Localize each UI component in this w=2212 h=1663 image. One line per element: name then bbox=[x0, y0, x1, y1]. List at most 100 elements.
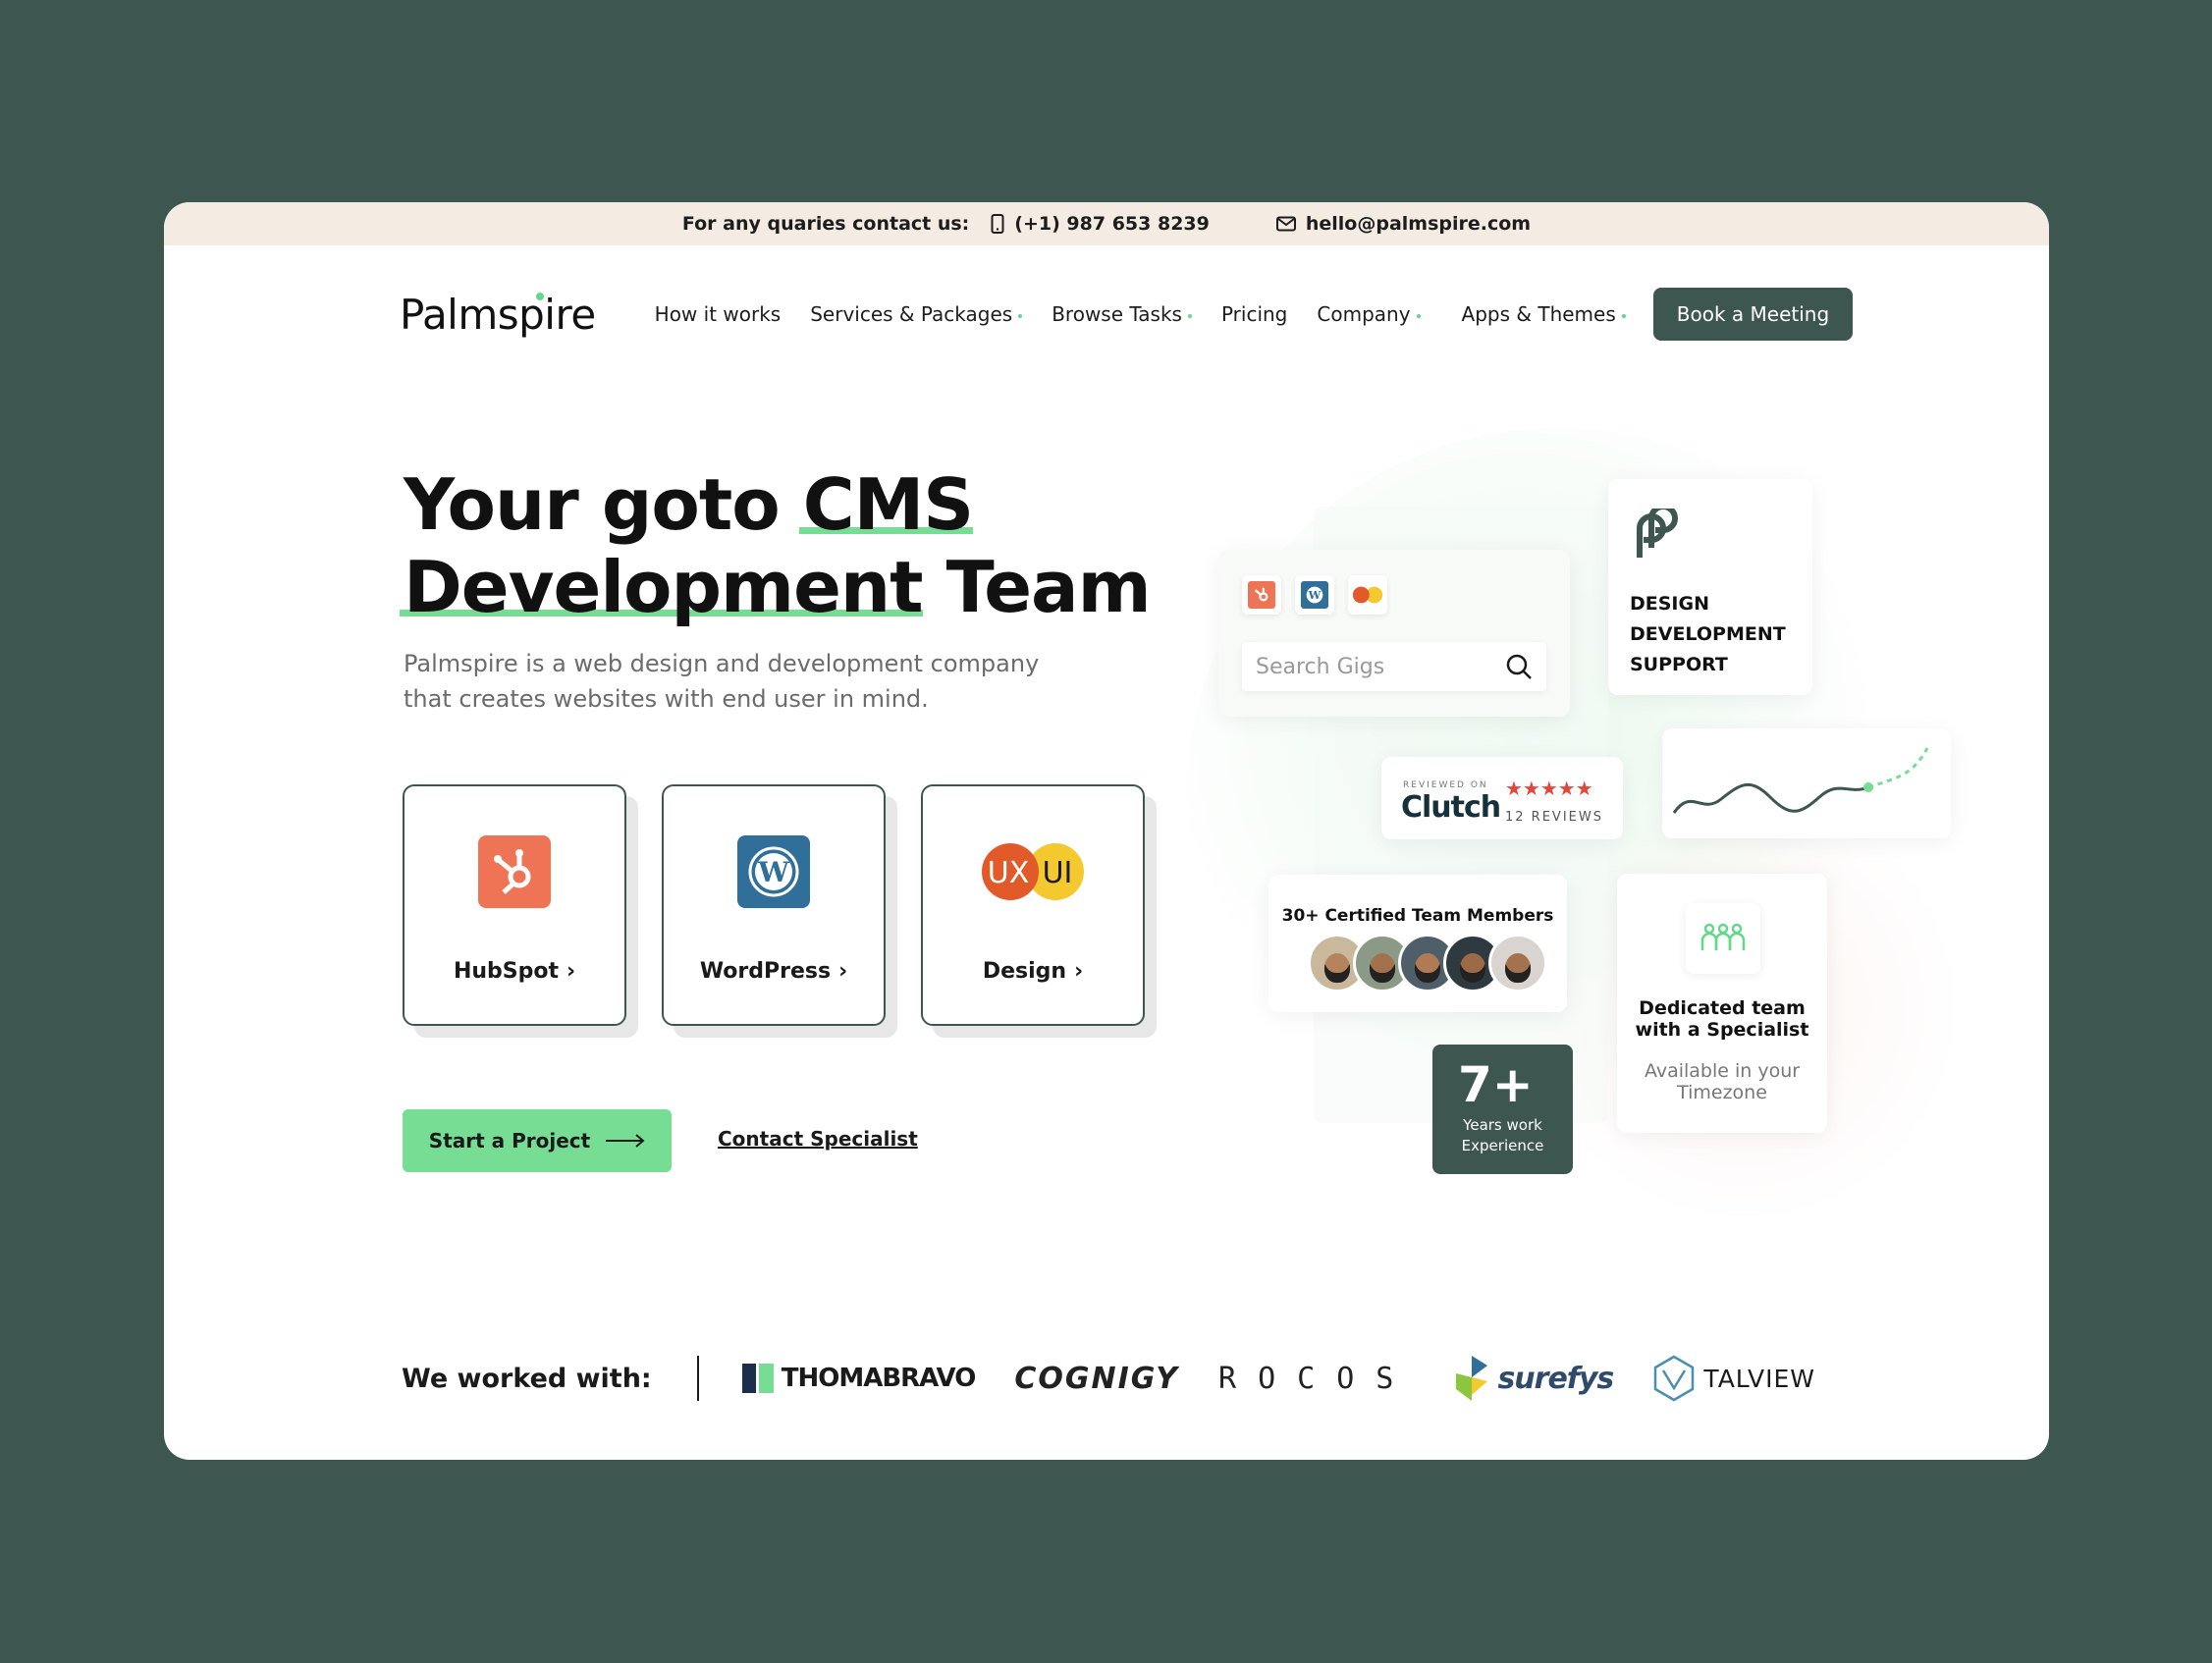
mail-icon bbox=[1275, 216, 1296, 232]
clients-bar: We worked with: THOMABRAVO COGNIGY ROCOS… bbox=[402, 1349, 1815, 1408]
svg-text:W: W bbox=[1308, 588, 1322, 602]
design-development-support-card: DESIGN DEVELOPMENT SUPPORT bbox=[1608, 479, 1812, 695]
contact-label: For any quaries contact us: bbox=[681, 213, 970, 235]
clients-label: We worked with: bbox=[402, 1363, 652, 1394]
clutch-logo: Clutch bbox=[1401, 790, 1501, 825]
hubspot-icon bbox=[478, 835, 551, 908]
service-card-title: WordPress bbox=[699, 959, 832, 984]
logo-dot-icon bbox=[536, 292, 544, 300]
team-avatars bbox=[1308, 934, 1547, 992]
client-logo-talview: TALVIEW bbox=[1652, 1355, 1815, 1402]
client-logo-text: surefys bbox=[1497, 1361, 1614, 1396]
ux-ui-icon: UX UI bbox=[979, 835, 1087, 908]
team-members-title: 30+ Certified Team Members bbox=[1281, 906, 1554, 926]
email-link[interactable]: hello@palmspire.com bbox=[1275, 213, 1532, 235]
svg-text:W: W bbox=[757, 856, 789, 888]
arrow-right-icon bbox=[606, 1134, 645, 1148]
contact-specialist-link[interactable]: Contact Specialist bbox=[718, 1127, 918, 1151]
team-members-card: 30+ Certified Team Members bbox=[1268, 875, 1567, 1012]
service-card-wordpress[interactable]: W WordPress › bbox=[662, 784, 886, 1026]
dropdown-dot-icon bbox=[1621, 314, 1626, 318]
service-card-title: Design bbox=[982, 959, 1067, 984]
service-cards: HubSpot › W WordPress › UX UI Design › bbox=[403, 784, 1145, 1026]
phone-number: (+1) 987 653 8239 bbox=[1014, 213, 1210, 235]
dedicated-team-card: Dedicated team with a Specialist Availab… bbox=[1617, 874, 1827, 1133]
client-logos: THOMABRAVO COGNIGY ROCOS surefys TALVIEW bbox=[741, 1355, 1815, 1402]
chevron-right-icon: › bbox=[1074, 959, 1084, 984]
nav-item-label: Services & Packages bbox=[810, 302, 1013, 326]
hubspot-icon bbox=[1242, 575, 1281, 615]
clients-divider bbox=[696, 1356, 699, 1401]
search-gigs-card: W Search Gigs bbox=[1218, 550, 1570, 717]
clutch-review-count: 12 REVIEWS bbox=[1505, 810, 1603, 825]
service-card-title: HubSpot bbox=[453, 959, 559, 984]
client-logo-text: ROCOS bbox=[1218, 1361, 1416, 1396]
email-address: hello@palmspire.com bbox=[1305, 213, 1532, 235]
ux-ui-icon bbox=[1348, 575, 1387, 615]
svg-text:UX: UX bbox=[988, 856, 1030, 890]
service-card-label: Design › bbox=[983, 959, 1083, 984]
service-card-label: WordPress › bbox=[700, 959, 847, 984]
nav-item-label: Apps & Themes bbox=[1461, 302, 1616, 326]
search-placeholder: Search Gigs bbox=[1256, 654, 1385, 679]
start-project-button[interactable]: Start a Project bbox=[403, 1109, 672, 1172]
nav-item-label: Pricing bbox=[1220, 302, 1288, 326]
star-rating-icon: ★★★★★ bbox=[1505, 777, 1593, 800]
team-icon bbox=[1686, 903, 1760, 974]
phone-link[interactable]: (+1) 987 653 8239 bbox=[991, 213, 1210, 235]
chevron-right-icon: › bbox=[566, 959, 576, 984]
dropdown-dot-icon bbox=[1416, 314, 1421, 318]
main-nav: Palmspire How it works Services & Packag… bbox=[400, 287, 1854, 342]
growth-point bbox=[1863, 782, 1873, 792]
book-meeting-button[interactable]: Book a Meeting bbox=[1652, 288, 1854, 341]
growth-graph-card bbox=[1662, 728, 1951, 838]
nav-item-browse-tasks[interactable]: Browse Tasks bbox=[1052, 302, 1192, 326]
dropdown-dot-icon bbox=[1187, 314, 1192, 318]
nav-item-label: How it works bbox=[654, 302, 782, 326]
service-card-hubspot[interactable]: HubSpot › bbox=[403, 784, 626, 1026]
client-logo-thomabravo: THOMABRAVO bbox=[741, 1364, 976, 1393]
service-card-label: HubSpot › bbox=[454, 959, 575, 984]
palmspire-mark-icon bbox=[1637, 509, 1678, 558]
client-logo-cognigy: COGNIGY bbox=[1014, 1362, 1179, 1396]
dedicated-team-title: Dedicated team with a Specialist bbox=[1635, 997, 1809, 1041]
hero-title-highlight-development: Development bbox=[400, 546, 924, 628]
dds-line: SUPPORT bbox=[1630, 654, 1728, 675]
wordpress-icon: W bbox=[737, 835, 810, 908]
hero-title-highlight-cms: CMS bbox=[798, 463, 974, 546]
nav-item-label: Browse Tasks bbox=[1052, 302, 1182, 326]
hero-title: Your goto CMS Development Team bbox=[400, 463, 1152, 628]
hero-title-part2: Team bbox=[922, 546, 1152, 628]
growth-line-projection bbox=[1867, 747, 1929, 789]
search-icon bbox=[1506, 654, 1532, 679]
hero-subtitle: Palmspire is a web design and developmen… bbox=[404, 650, 1040, 713]
nav-item-apps-themes[interactable]: Apps & Themes bbox=[1462, 302, 1626, 326]
client-logo-text: COGNIGY bbox=[1014, 1361, 1179, 1396]
nav-item-pricing[interactable]: Pricing bbox=[1221, 302, 1287, 326]
platform-icons: W bbox=[1242, 575, 1387, 615]
hero-title-part1: Your goto bbox=[404, 463, 803, 546]
experience-number: 7+ bbox=[1458, 1056, 1534, 1113]
service-card-design[interactable]: UX UI Design › bbox=[921, 784, 1145, 1026]
logo-text: Palmspire bbox=[400, 290, 596, 339]
nav-item-label: Company bbox=[1317, 302, 1411, 326]
client-logo-surefys: surefys bbox=[1454, 1356, 1614, 1401]
nav-menu: How it works Services & Packages Browse … bbox=[655, 302, 1421, 326]
client-logo-text: TALVIEW bbox=[1703, 1364, 1815, 1393]
nav-item-services-packages[interactable]: Services & Packages bbox=[810, 302, 1023, 326]
nav-item-company[interactable]: Company bbox=[1317, 302, 1421, 326]
start-project-label: Start a Project bbox=[428, 1129, 591, 1153]
dropdown-dot-icon bbox=[1018, 314, 1023, 318]
nav-item-how-it-works[interactable]: How it works bbox=[655, 302, 782, 326]
palmspire-logo[interactable]: Palmspire bbox=[400, 291, 596, 339]
wordpress-icon: W bbox=[1295, 575, 1334, 615]
clutch-review-card[interactable]: REVIEWED ON Clutch ★★★★★ 12 REVIEWS bbox=[1381, 757, 1623, 839]
svg-text:UI: UI bbox=[1043, 856, 1073, 890]
dds-line: DEVELOPMENT bbox=[1630, 623, 1786, 645]
client-logo-rocos: ROCOS bbox=[1218, 1362, 1415, 1396]
surefys-mark-icon bbox=[1456, 1356, 1488, 1401]
dedicated-team-subtitle: Available in your Timezone bbox=[1644, 1060, 1801, 1103]
phone-icon bbox=[991, 214, 1004, 234]
search-gigs-input[interactable]: Search Gigs bbox=[1242, 642, 1546, 691]
growth-line-chart bbox=[1672, 747, 1929, 814]
